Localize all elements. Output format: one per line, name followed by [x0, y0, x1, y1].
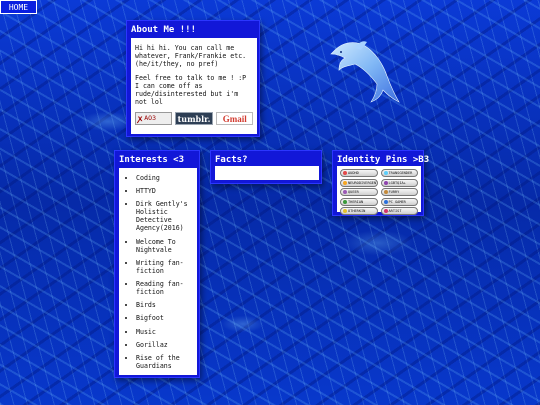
list-item: Dirk Gently's Holistic Detective Agency(… — [136, 200, 194, 232]
list-item: Birds — [136, 301, 194, 309]
home-button[interactable]: HOME — [0, 0, 37, 14]
pin-dot-icon — [343, 180, 347, 185]
identity-pin: TRANSGENDER — [380, 169, 418, 177]
tumblr-link[interactable]: tumblr. — [174, 112, 214, 125]
identity-pin: OTHERKIN — [340, 207, 378, 216]
social-badges: ꭗ AO3 tumblr. Gmail — [135, 112, 253, 125]
interests-panel: Interests <3 Coding HTTYD Dirk Gently's … — [114, 150, 200, 378]
gmail-label: Gmail — [222, 114, 247, 124]
identity-pin-label: TRANSGENDER — [388, 171, 413, 175]
pin-dot-icon — [383, 199, 388, 204]
pin-dot-icon — [343, 171, 347, 175]
identity-pins-grid: AUDHD TRANSGENDER NEURODIVERGENT LGBTQIA+ QU… — [340, 169, 418, 216]
identity-pins-title: Identity Pins >B3 — [337, 155, 430, 165]
facts-panel: Facts? — [210, 150, 322, 184]
identity-pin: THERIAN — [340, 197, 378, 206]
identity-pin: NEURODIVERGENT — [340, 178, 378, 187]
list-item: Coding — [136, 174, 194, 182]
ao3-logo-icon: ꭗ — [138, 114, 143, 123]
pin-dot-icon — [383, 180, 388, 185]
identity-pin-label: QUEER — [348, 190, 359, 195]
interests-body: Coding HTTYD Dirk Gently's Holistic Dete… — [119, 168, 197, 375]
list-item: HTTYD — [136, 187, 194, 195]
identity-pin-label: LGBTQIA+ — [388, 180, 406, 185]
list-item: Music — [136, 328, 194, 336]
identity-pins-body: AUDHD TRANSGENDER NEURODIVERGENT LGBTQIA+ QU… — [337, 166, 421, 216]
about-me-title: About Me !!! — [131, 25, 197, 35]
identity-pin: AUDHD — [340, 169, 378, 177]
pin-dot-icon — [383, 209, 388, 214]
identity-pin-label: OTHERKIN — [348, 209, 366, 214]
interests-title: Interests <3 — [119, 155, 185, 165]
about-me-intro-text: Hi hi hi. You can call me whatever, Fran… — [135, 44, 247, 68]
pin-dot-icon — [383, 171, 388, 175]
identity-pin: LGBTQIA+ — [380, 178, 418, 187]
pin-dot-icon — [343, 209, 347, 214]
list-item: Writing fan-fiction — [136, 259, 194, 275]
identity-pin-label: NEURODIVERGENT — [348, 180, 378, 185]
pin-dot-icon — [343, 199, 347, 204]
facts-title: Facts? — [215, 155, 248, 165]
dolphin-image — [330, 41, 400, 103]
list-item: Bigfoot — [136, 314, 194, 322]
about-me-panel: About Me !!! Hi hi hi. You can call me w… — [126, 20, 260, 137]
identity-pin: PC GAMER — [380, 197, 418, 206]
identity-pin-label: FURRY — [388, 190, 400, 195]
pin-dot-icon — [383, 190, 388, 195]
identity-pins-panel: Identity Pins >B3 AUDHD TRANSGENDER NEUROD… — [332, 150, 430, 216]
about-me-talk-text: Feel free to talk to me ! :P I can come … — [135, 74, 247, 106]
identity-pin: FURRY — [380, 188, 418, 197]
ao3-link[interactable]: ꭗ AO3 — [135, 112, 172, 125]
list-item: Reading fan-fiction — [136, 280, 194, 296]
list-item: Gorillaz — [136, 341, 194, 349]
list-item: Rise of the Guardians — [136, 354, 194, 370]
list-item: Welcome To Nightvale — [136, 238, 194, 254]
identity-pin-label: THERIAN — [348, 199, 364, 204]
facts-body — [215, 166, 319, 180]
identity-pin: ARTIST — [380, 207, 418, 216]
about-me-body: Hi hi hi. You can call me whatever, Fran… — [131, 38, 257, 134]
interests-list: Coding HTTYD Dirk Gently's Holistic Dete… — [122, 174, 194, 370]
gmail-link[interactable]: Gmail — [216, 112, 253, 125]
identity-pin-label: AUDHD — [348, 171, 359, 175]
ao3-label: AO3 — [144, 114, 156, 122]
identity-pin-label: PC GAMER — [388, 199, 406, 204]
identity-pin: QUEER — [340, 188, 378, 197]
pin-dot-icon — [343, 190, 347, 195]
identity-pin-label: ARTIST — [388, 209, 402, 214]
